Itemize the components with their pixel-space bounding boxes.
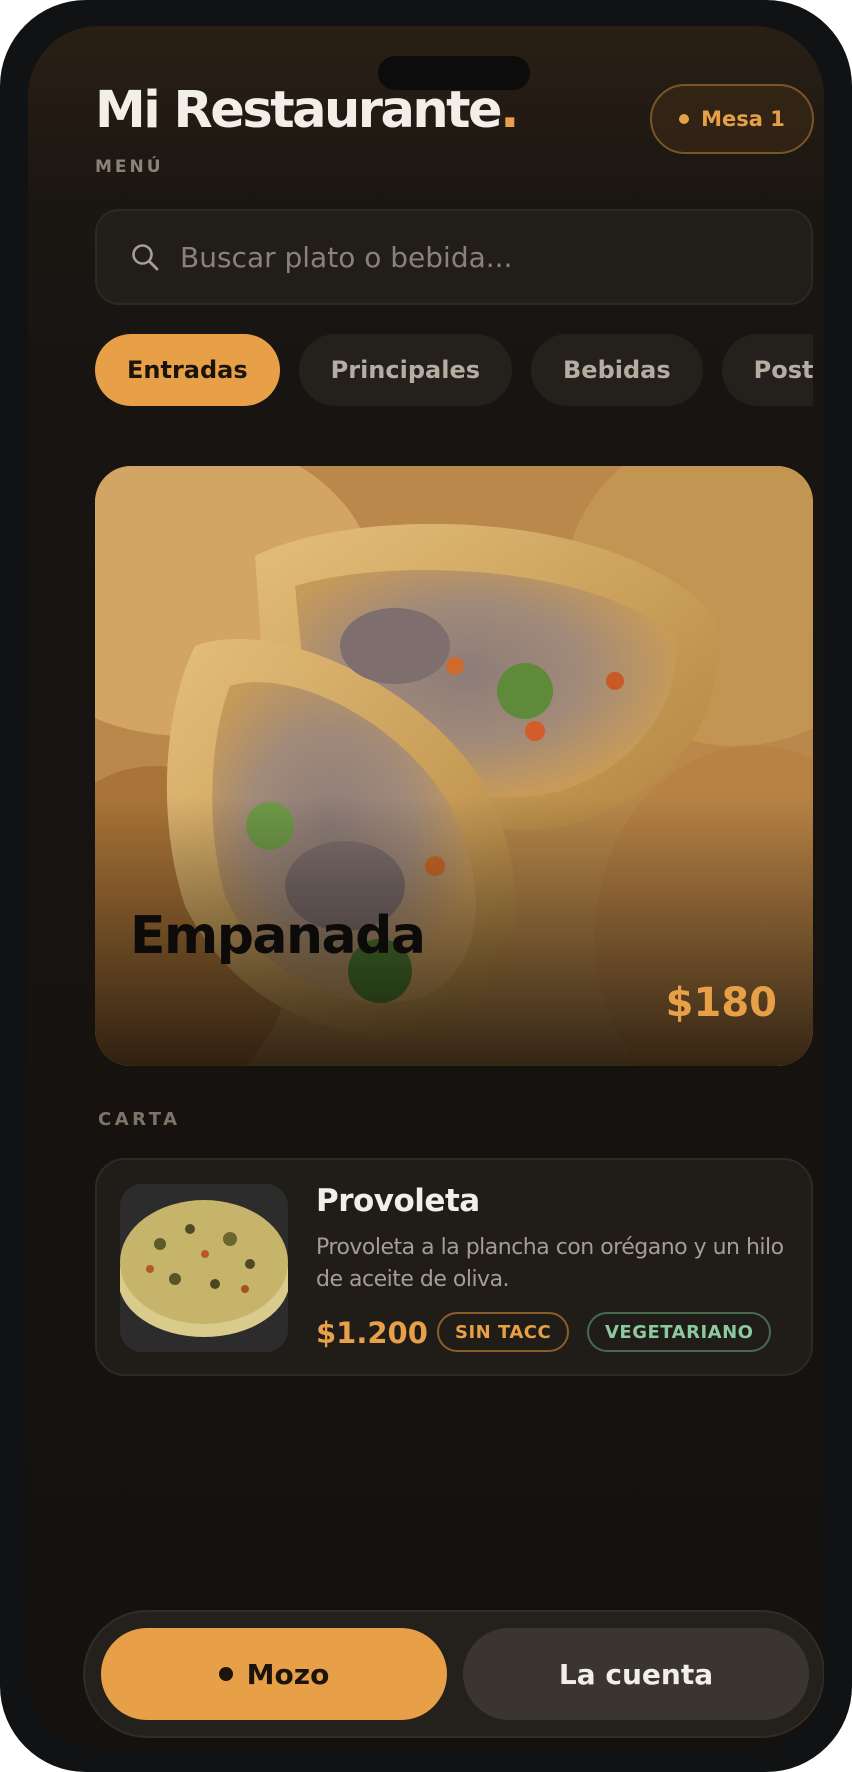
camera-notch	[378, 56, 530, 90]
menu-item-card[interactable]: Provoleta Provoleta a la plancha con oré…	[95, 1158, 813, 1376]
tab-entradas[interactable]: Entradas	[95, 334, 280, 406]
item-price: $1.200	[316, 1316, 428, 1350]
empanada-photo	[95, 466, 813, 1066]
search-input[interactable]	[180, 240, 760, 274]
vegetarian-badge: VEGETARIANO	[587, 1312, 772, 1352]
provoleta-thumbnail	[120, 1184, 288, 1352]
page-subtitle: MENÚ	[95, 157, 164, 177]
table-label: Mesa 1	[701, 107, 785, 131]
phone-frame: Mi Restaurante. MENÚ Mesa 1 Entradas Pri…	[0, 0, 852, 1772]
featured-dish-card[interactable]: Empanada $180	[95, 466, 813, 1066]
bottom-action-bar: Mozo La cuenta	[83, 1610, 824, 1738]
search-box[interactable]	[95, 209, 813, 305]
item-name: Provoleta	[316, 1183, 480, 1219]
gluten-free-badge: SIN TACC	[437, 1312, 570, 1352]
tab-bebidas[interactable]: Bebidas	[531, 334, 703, 406]
status-dot-icon	[679, 114, 690, 124]
request-bill-button[interactable]: La cuenta	[463, 1628, 809, 1720]
featured-dish-price: $180	[665, 980, 777, 1026]
tab-principales[interactable]: Principales	[298, 334, 513, 406]
table-selector-button[interactable]: Mesa 1	[650, 84, 814, 154]
call-waiter-button[interactable]: Mozo	[101, 1628, 447, 1720]
featured-dish-name: Empanada	[130, 906, 426, 966]
app-screen: Mi Restaurante. MENÚ Mesa 1 Entradas Pri…	[28, 26, 824, 1748]
waiter-dot-icon	[218, 1667, 233, 1681]
tab-postres[interactable]: Postres	[721, 334, 813, 406]
call-waiter-label: Mozo	[246, 1657, 330, 1691]
section-heading: CARTA	[98, 1109, 181, 1130]
category-tabs: Entradas Principales Bebidas Postres	[95, 334, 813, 406]
search-icon	[132, 244, 159, 271]
item-description: Provoleta a la plancha con orégano y un …	[316, 1235, 784, 1292]
